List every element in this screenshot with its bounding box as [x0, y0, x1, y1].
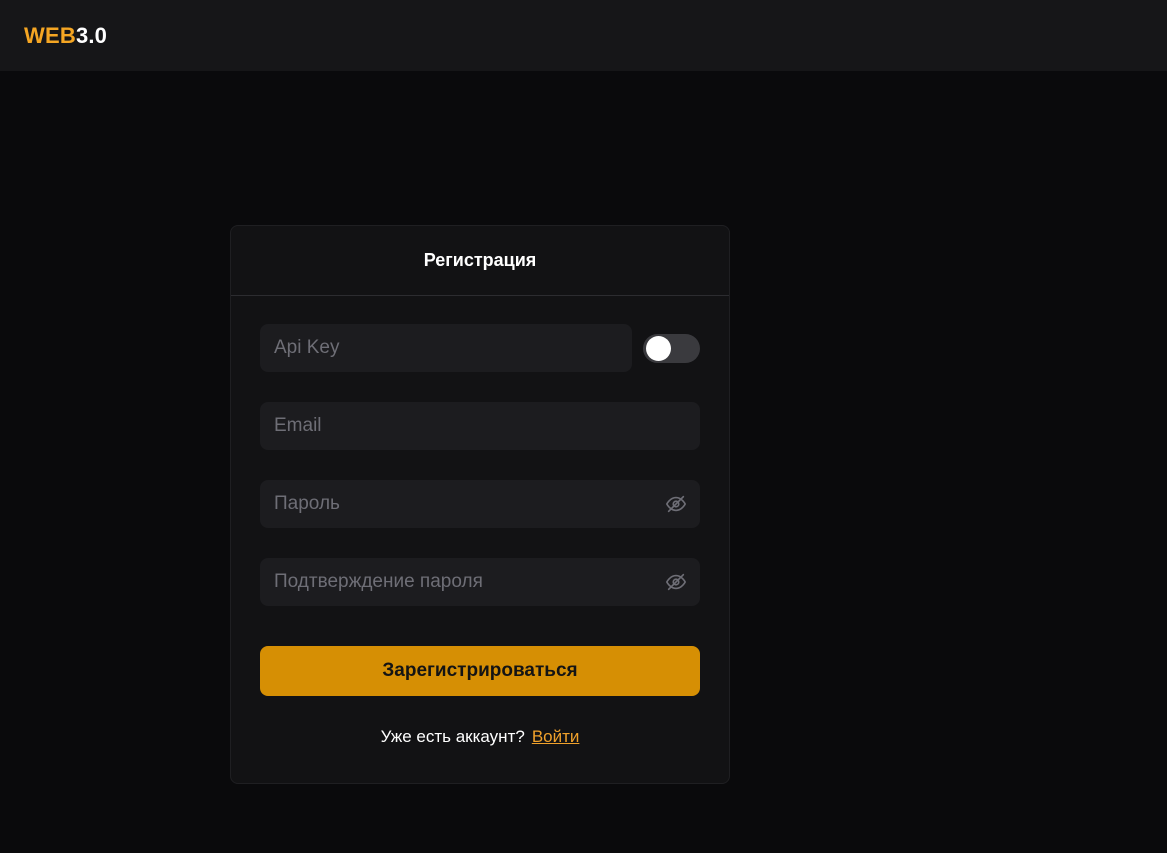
registration-card: Регистрация Api Key Email Зарегистрирова… [230, 225, 730, 784]
logo-accent: WEB [24, 22, 76, 48]
login-prompt-text: Уже есть аккаунт? [380, 727, 525, 746]
register-button[interactable]: Зарегистрироваться [260, 646, 700, 696]
card-title: Регистрация [231, 226, 729, 296]
api-key-input[interactable] [260, 324, 632, 372]
eye-off-icon[interactable] [664, 570, 688, 594]
confirm-password-input[interactable] [260, 558, 700, 606]
toggle-knob [646, 335, 671, 361]
logo[interactable]: WEB3.0 [24, 23, 107, 49]
api-key-toggle[interactable] [643, 333, 700, 363]
api-key-field-wrapper [260, 324, 632, 372]
email-input[interactable] [260, 402, 700, 450]
registration-form: Зарегистрироваться Уже есть аккаунт? Войт… [260, 324, 700, 747]
password-input[interactable] [260, 480, 700, 528]
confirm-password-field-wrapper [260, 558, 700, 606]
top-bar: WEB3.0 [0, 0, 1167, 71]
login-link[interactable]: Войти [532, 727, 580, 746]
password-field-wrapper [260, 480, 700, 528]
login-prompt: Уже есть аккаунт? Войти [260, 727, 700, 747]
password-row [260, 480, 700, 528]
eye-off-icon[interactable] [664, 492, 688, 516]
email-row [260, 402, 700, 450]
confirm-password-row [260, 558, 700, 606]
api-key-row [260, 324, 700, 372]
logo-rest: 3.0 [75, 22, 108, 48]
email-field-wrapper [260, 402, 700, 450]
